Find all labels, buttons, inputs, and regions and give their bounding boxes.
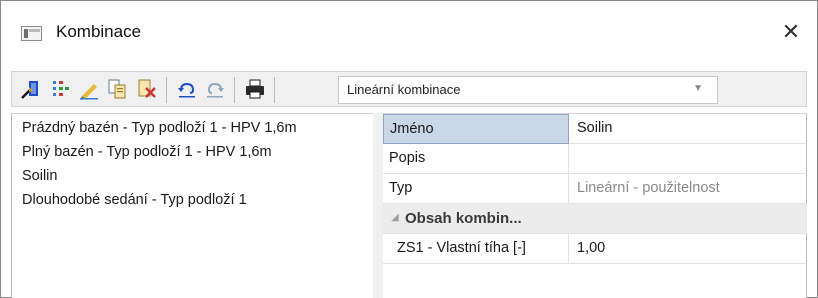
group-label: Obsah kombin... bbox=[405, 210, 522, 227]
property-row-description: Popis bbox=[383, 144, 807, 174]
properties-grid: Jméno Soilin Popis Typ Lineární - použit… bbox=[383, 113, 807, 298]
chevron-down-icon: ▼ bbox=[693, 83, 703, 94]
undo-button[interactable] bbox=[176, 78, 198, 100]
new-combination-button[interactable] bbox=[20, 78, 42, 100]
delete-button[interactable] bbox=[136, 78, 158, 100]
print-button[interactable] bbox=[244, 78, 266, 100]
toolbar-separator bbox=[166, 77, 167, 103]
delete-icon bbox=[138, 79, 156, 98]
list-item[interactable]: Dlouhodobé sedání - Typ podloží 1 bbox=[22, 192, 247, 208]
title-bar: Kombinace ✕ bbox=[1, 1, 817, 57]
coefficient-field[interactable]: 1,00 bbox=[569, 234, 807, 264]
list-item[interactable]: Plný bazén - Typ podloží 1 - HPV 1,6m bbox=[22, 144, 272, 160]
copy-icon bbox=[108, 79, 126, 99]
generate-icon bbox=[53, 81, 69, 96]
property-row-type: Typ Lineární - použitelnost bbox=[383, 174, 807, 204]
undo-icon bbox=[178, 82, 195, 98]
combinations-list: Prázdný bazén - Typ podloží 1 - HPV 1,6m… bbox=[11, 113, 373, 298]
property-row-load-case: ZS1 - Vlastní tíha [-] 1,00 bbox=[383, 234, 807, 264]
list-item[interactable]: Soilin bbox=[22, 168, 57, 184]
description-field[interactable] bbox=[569, 144, 807, 174]
copy-button[interactable] bbox=[106, 78, 128, 100]
window-icon bbox=[21, 26, 42, 41]
toolbar-separator bbox=[274, 77, 275, 103]
print-icon bbox=[246, 79, 264, 99]
property-row-name: Jméno Soilin bbox=[383, 114, 807, 144]
redo-button[interactable] bbox=[204, 78, 226, 100]
combination-type-select[interactable]: Lineární kombinace ▼ bbox=[338, 76, 718, 104]
toolbar: Lineární kombinace ▼ bbox=[11, 71, 807, 107]
property-label[interactable]: Typ bbox=[383, 174, 569, 204]
panel-splitter[interactable] bbox=[373, 113, 383, 298]
property-label[interactable]: ZS1 - Vlastní tíha [-] bbox=[383, 234, 569, 264]
new-combination-icon bbox=[21, 81, 38, 99]
window-title: Kombinace bbox=[56, 22, 142, 41]
toolbar-separator bbox=[234, 77, 235, 103]
edit-icon bbox=[80, 84, 98, 100]
edit-button[interactable] bbox=[78, 78, 100, 100]
type-value: Lineární - použitelnost bbox=[577, 180, 720, 196]
list-item[interactable]: Prázdný bazén - Typ podloží 1 - HPV 1,6m bbox=[22, 120, 297, 136]
name-field[interactable]: Soilin bbox=[569, 114, 807, 144]
generate-button[interactable] bbox=[50, 78, 72, 100]
property-label[interactable]: Jméno bbox=[383, 114, 569, 144]
collapse-icon[interactable]: ◢ bbox=[391, 212, 399, 223]
close-button[interactable]: ✕ bbox=[771, 15, 811, 49]
combination-type-value: Lineární kombinace bbox=[347, 82, 461, 97]
redo-icon bbox=[207, 82, 224, 98]
property-group-content: ◢ Obsah kombin... bbox=[383, 204, 807, 234]
combinations-dialog: Kombinace ✕ Lineární kombinace ▼ Prázdný… bbox=[0, 0, 818, 298]
property-label[interactable]: Popis bbox=[383, 144, 569, 174]
